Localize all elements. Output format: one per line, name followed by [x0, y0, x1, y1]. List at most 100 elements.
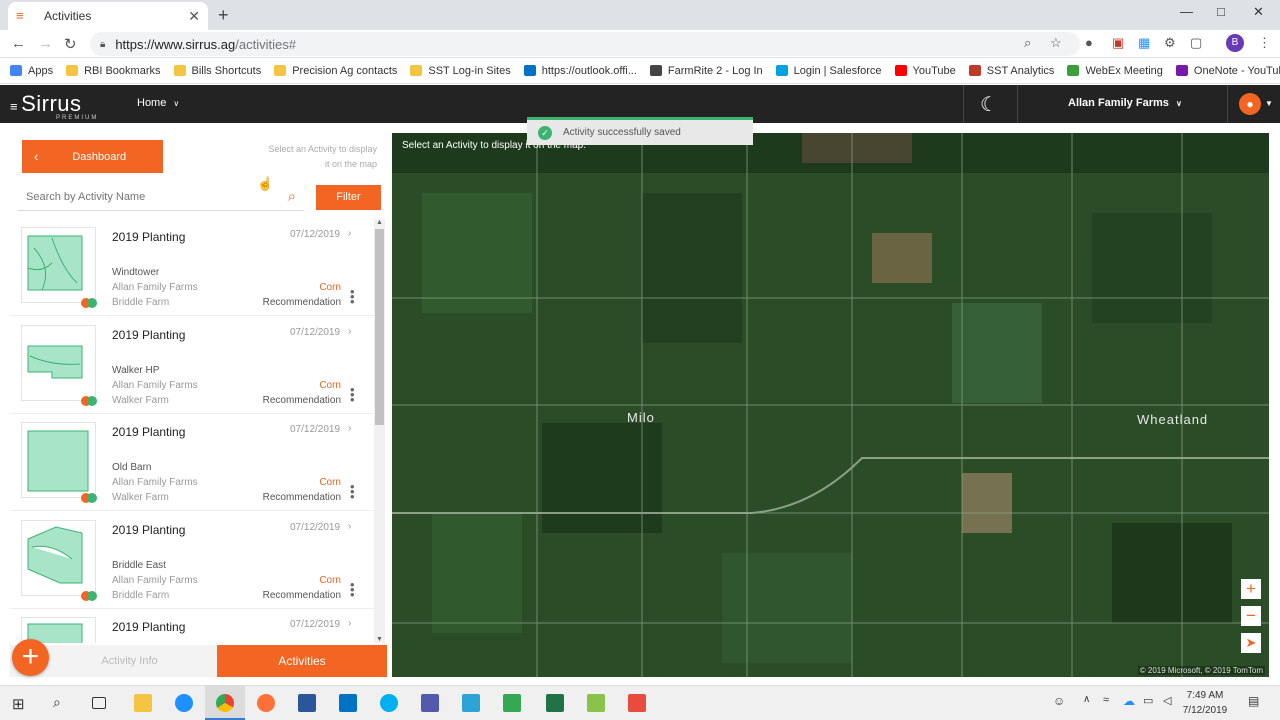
bookmark-item[interactable]: Bills Shortcuts: [173, 65, 261, 77]
browser-menu-icon[interactable]: ⋮: [1258, 35, 1271, 51]
wifi-icon[interactable]: ≈: [1103, 694, 1121, 712]
notifications-icon[interactable]: ▤: [1248, 694, 1266, 712]
bookmark-item[interactable]: Precision Ag contacts: [274, 65, 397, 77]
bookmark-icon: [523, 65, 536, 76]
word-icon[interactable]: [298, 694, 316, 712]
skype-icon[interactable]: [380, 694, 398, 712]
search-icon[interactable]: ⌕: [53, 694, 71, 712]
close-tab-icon[interactable]: ✕: [188, 8, 200, 25]
app-icon[interactable]: [462, 694, 480, 712]
edge-icon[interactable]: [175, 694, 193, 712]
bookmark-item[interactable]: SST Log-in Sites: [410, 65, 511, 77]
chevron-right-icon[interactable]: ›: [348, 228, 351, 239]
zoom-search-icon[interactable]: ⌕: [1024, 35, 1031, 51]
clock-date[interactable]: 7/12/2019: [1180, 705, 1230, 716]
battery-icon[interactable]: ▭: [1143, 694, 1161, 712]
bookmark-icon: [1175, 65, 1188, 76]
scrollbar-thumb[interactable]: [375, 229, 384, 425]
home-menu[interactable]: Home ∨: [137, 97, 179, 109]
chrome-icon[interactable]: [216, 694, 234, 712]
locate-me-icon[interactable]: ➤: [1241, 633, 1261, 653]
caret-down-icon[interactable]: ▼: [1265, 99, 1273, 108]
clipboard-extension-icon[interactable]: ▢: [1190, 35, 1202, 51]
activity-type: Recommendation: [262, 492, 341, 503]
bookmark-item[interactable]: RBI Bookmarks: [66, 65, 161, 77]
volume-icon[interactable]: ◁: [1163, 694, 1181, 712]
search-input[interactable]: [18, 191, 258, 203]
bookmark-item[interactable]: SST Analytics: [968, 65, 1054, 77]
town-label: Wheatland: [1137, 412, 1209, 427]
excel-icon[interactable]: [546, 694, 564, 712]
scroll-down-icon[interactable]: ▼: [376, 636, 383, 643]
app-icon[interactable]: [503, 694, 521, 712]
filter-button[interactable]: Filter: [316, 185, 381, 210]
activity-card[interactable]: 2019 Planting 07/12/2019 › Windtower Allan F…: [10, 219, 376, 316]
windows-extension-icon[interactable]: ▦: [1138, 35, 1150, 51]
windows-start-icon[interactable]: ⊞: [12, 695, 30, 713]
back-icon[interactable]: ←: [11, 35, 26, 52]
search-icon[interactable]: ⌕: [288, 188, 296, 205]
firefox-icon[interactable]: [257, 694, 275, 712]
user-avatar-icon[interactable]: ●: [1239, 93, 1261, 115]
scrollbar[interactable]: ▲ ▼: [374, 219, 385, 643]
profile-avatar[interactable]: B: [1226, 34, 1244, 52]
new-tab-icon[interactable]: +: [218, 5, 229, 26]
app-icon[interactable]: [628, 694, 646, 712]
forward-icon[interactable]: →: [38, 35, 53, 52]
add-activity-button[interactable]: +: [12, 639, 49, 676]
bookmark-star-icon[interactable]: ☆: [1050, 35, 1062, 51]
dashboard-button[interactable]: ‹ Dashboard: [22, 140, 163, 173]
more-options-icon[interactable]: • • •: [350, 480, 356, 503]
more-options-icon[interactable]: • • •: [350, 285, 356, 308]
bookmark-item[interactable]: https://outlook.offi...: [523, 65, 637, 77]
activity-title: 2019 Planting: [112, 327, 186, 342]
farm-selector[interactable]: Allan Family Farms ∨: [1068, 97, 1182, 109]
chevron-up-icon[interactable]: ∧: [1083, 694, 1101, 712]
activity-card[interactable]: 2019 Planting 07/12/2019 › Walker HP Allan F…: [10, 317, 376, 414]
people-icon[interactable]: ☺: [1053, 694, 1071, 712]
more-options-icon[interactable]: • • •: [350, 383, 356, 406]
farm-name: Allan Family Farms: [112, 477, 198, 488]
close-window-icon[interactable]: ✕: [1253, 4, 1264, 20]
outlook-icon[interactable]: [339, 694, 357, 712]
activity-card[interactable]: 2019 Planting 07/12/2019 › Briddle East Alla…: [10, 512, 376, 609]
chevron-right-icon[interactable]: ›: [348, 326, 351, 337]
maximize-icon[interactable]: □: [1217, 4, 1225, 19]
bookmark-item[interactable]: WebEx Meeting: [1067, 65, 1163, 77]
zoom-out-button[interactable]: −: [1241, 606, 1261, 626]
omnibox[interactable]: 🔒︎ https://www.sirrus.ag/activities#: [90, 32, 1080, 56]
tab-activities[interactable]: Activities: [217, 645, 387, 677]
onedrive-icon[interactable]: ☁: [1123, 694, 1141, 712]
bookmark-item[interactable]: Apps: [10, 65, 53, 77]
map-view[interactable]: Select an Activity to display it on the …: [392, 133, 1269, 677]
activity-card[interactable]: 2019 Planting 07/12/2019 ›: [10, 609, 376, 643]
chevron-right-icon[interactable]: ›: [348, 618, 351, 629]
field-name: Windtower: [112, 267, 160, 278]
browser-tab[interactable]: ≡ Activities ✕: [8, 2, 208, 30]
bookmark-item[interactable]: Login | Salesforce: [775, 65, 882, 77]
activity-card[interactable]: 2019 Planting 07/12/2019 › Old Barn Allan Fa…: [10, 414, 376, 511]
bookmark-item[interactable]: OneNote - YouTub...: [1175, 65, 1280, 77]
chevron-right-icon[interactable]: ›: [348, 423, 351, 434]
bookmark-item[interactable]: FarmRite 2 - Log In: [649, 65, 763, 77]
reload-icon[interactable]: ↻: [64, 35, 77, 53]
bookmark-item[interactable]: YouTube: [894, 64, 956, 77]
clock-time[interactable]: 7:49 AM: [1180, 690, 1230, 701]
activity-type: Recommendation: [262, 394, 341, 406]
moon-icon[interactable]: ☾: [980, 92, 998, 117]
settings-extension-icon[interactable]: ⚙: [1164, 35, 1176, 51]
more-options-icon[interactable]: • • •: [350, 578, 356, 601]
task-view-icon[interactable]: [92, 697, 106, 709]
app-icon[interactable]: [587, 694, 605, 712]
extension-icon[interactable]: ●: [1085, 35, 1093, 50]
zoom-in-button[interactable]: +: [1241, 579, 1261, 599]
bookmark-label: YouTube: [912, 64, 956, 77]
minimize-icon[interactable]: —: [1180, 4, 1193, 19]
file-explorer-icon[interactable]: [134, 694, 152, 712]
activities-panel: ‹ Dashboard Select an Activity to displa…: [10, 133, 387, 677]
teams-icon[interactable]: [421, 694, 439, 712]
sirrus-logo[interactable]: ≡ Sirrus PREMIUM: [10, 91, 96, 121]
scroll-up-icon[interactable]: ▲: [376, 219, 383, 226]
chevron-right-icon[interactable]: ›: [348, 521, 351, 532]
pdf-extension-icon[interactable]: ▣: [1112, 35, 1124, 51]
